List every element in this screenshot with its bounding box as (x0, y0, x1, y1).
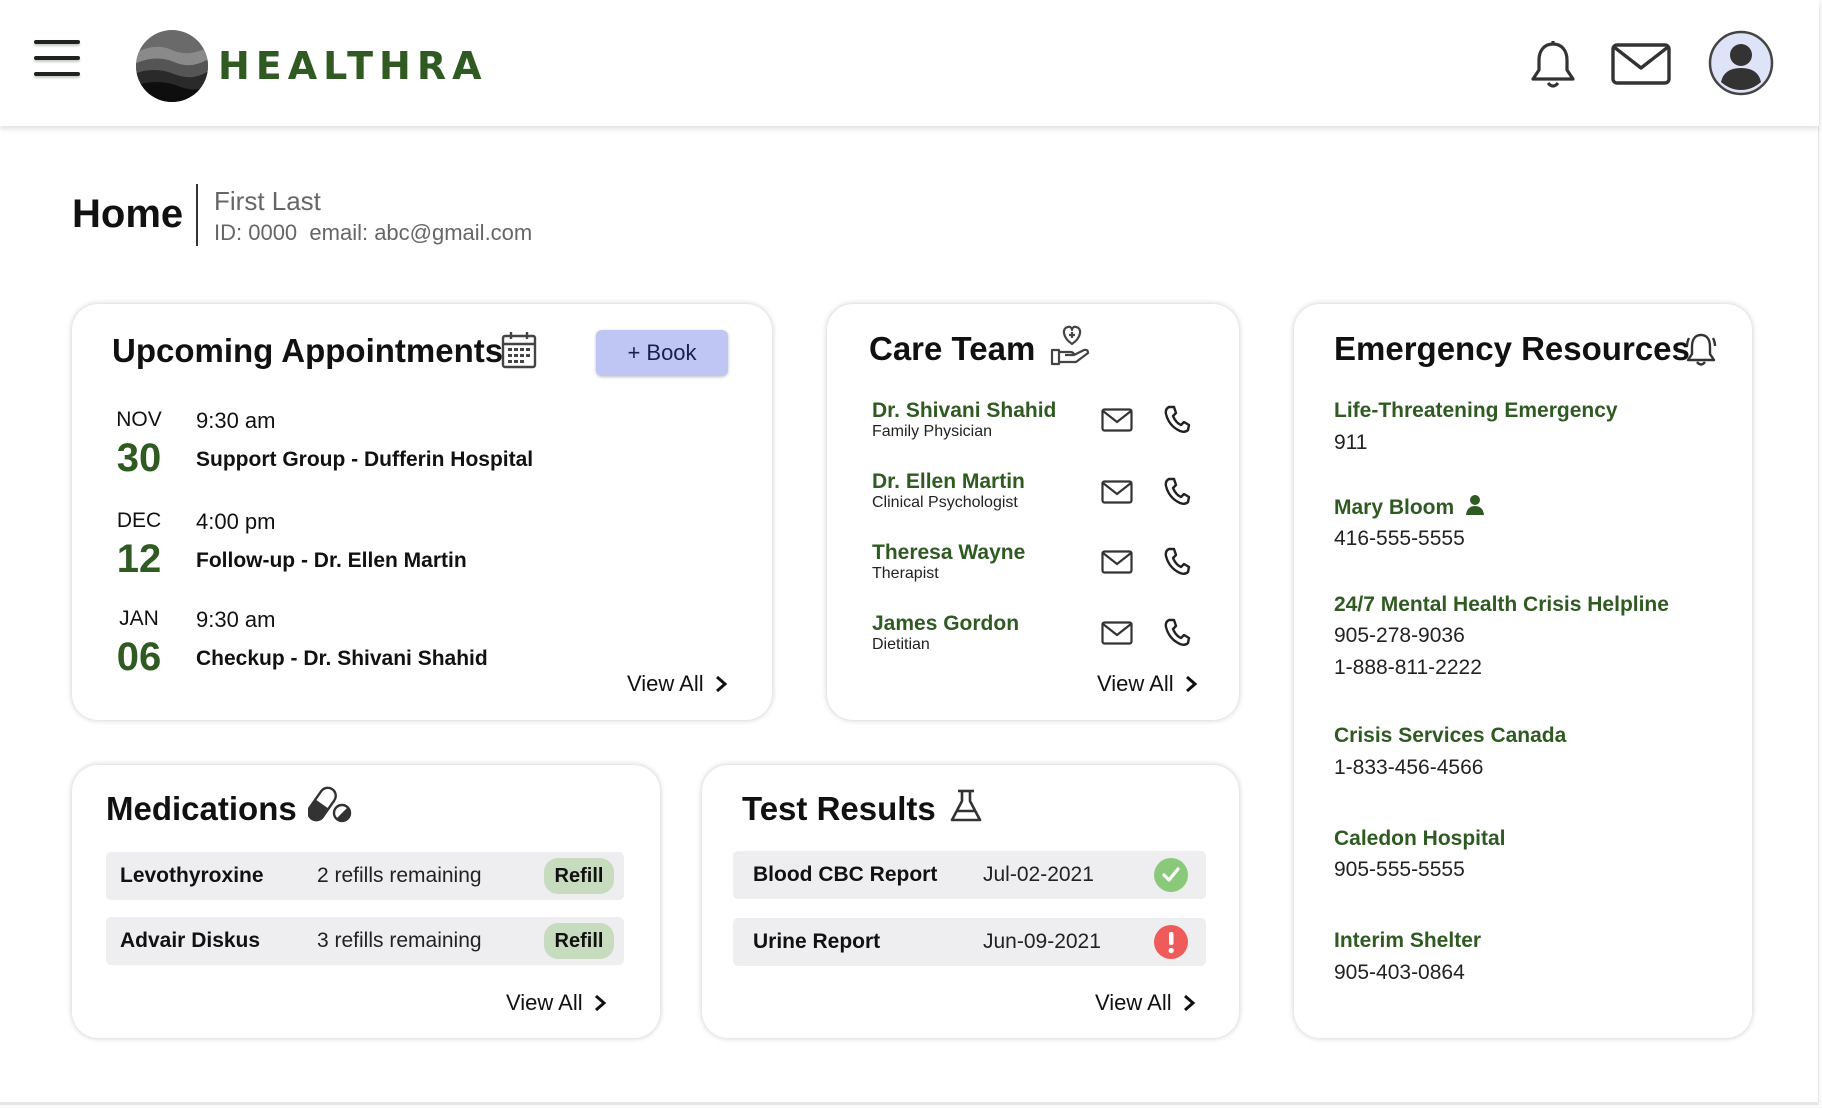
chevron-right-icon (715, 675, 727, 693)
appointment-time: 9:30 am (196, 607, 276, 632)
test-results-view-all-link[interactable]: View All (1095, 990, 1196, 1016)
appointments-view-all-link[interactable]: View All (627, 671, 728, 697)
emergency-contact-phone[interactable]: 911 (1334, 431, 1367, 455)
user-meta: ID: 0000 email: abc@gmail.com (214, 220, 533, 245)
appointment-day: 06 (116, 635, 162, 679)
view-all-label: View All (506, 990, 583, 1015)
brand-name: HEALTHRA (218, 44, 488, 88)
user-name: First Last (214, 186, 321, 216)
care-team-member-role: Therapist (872, 565, 939, 582)
chevron-right-icon (1185, 675, 1197, 693)
refill-button[interactable]: Refill (544, 858, 614, 894)
view-all-label: View All (627, 671, 704, 696)
calendar-icon (501, 332, 537, 369)
appointment-description[interactable]: Support Group - Dufferin Hospital (196, 448, 533, 472)
emergency-contact-name[interactable]: 24/7 Mental Health Crisis Helpline (1334, 593, 1669, 617)
appointment-day: 12 (116, 537, 162, 581)
medication-name: Levothyroxine (120, 864, 264, 887)
emergency-contact-phone[interactable]: 1-888-811-2222 (1334, 656, 1482, 680)
mail-icon[interactable] (1101, 621, 1133, 645)
emergency-contact-name[interactable]: Caledon Hospital (1334, 827, 1506, 851)
bell-icon[interactable] (1526, 38, 1580, 92)
alert-circle-icon (1154, 925, 1188, 959)
mail-icon[interactable] (1101, 480, 1133, 504)
emergency-contact-phone[interactable]: 905-403-0864 (1334, 961, 1465, 985)
test-results-title: Test Results (742, 790, 936, 827)
title-divider (196, 184, 198, 246)
care-team-member-name[interactable]: Dr. Shivani Shahid (872, 399, 1056, 423)
emergency-contact-name[interactable]: Interim Shelter (1334, 929, 1481, 953)
flask-icon (950, 789, 982, 822)
medication-refills: 3 refills remaining (317, 929, 482, 952)
medication-refills: 2 refills remaining (317, 864, 482, 887)
book-appointment-button[interactable]: + Book (596, 330, 728, 376)
emergency-resources-title: Emergency Resources (1334, 330, 1690, 367)
appointment-time: 9:30 am (196, 408, 276, 433)
phone-icon[interactable] (1163, 546, 1191, 576)
care-team-view-all-link[interactable]: View All (1097, 671, 1198, 697)
appointments-title: Upcoming Appointments (112, 332, 504, 369)
logo-icon (136, 30, 208, 102)
test-date: Jul-02-2021 (983, 863, 1094, 886)
alarm-bell-icon (1685, 333, 1717, 366)
medications-view-all-link[interactable]: View All (506, 990, 607, 1016)
test-name: Urine Report (753, 930, 881, 953)
test-result-row[interactable]: Blood CBC Report Jul-02-2021 (733, 851, 1206, 899)
emergency-contact-name[interactable]: Crisis Services Canada (1334, 724, 1566, 748)
emergency-contact-phone[interactable]: 905-555-5555 (1334, 858, 1465, 882)
appointment-description[interactable]: Follow-up - Dr. Ellen Martin (196, 549, 467, 573)
refill-button[interactable]: Refill (544, 923, 614, 959)
phone-icon[interactable] (1163, 476, 1191, 506)
emergency-contact-phone[interactable]: 905-278-9036 (1334, 624, 1465, 648)
user-avatar-icon[interactable] (1708, 30, 1774, 96)
pills-icon (308, 786, 352, 823)
test-result-row[interactable]: Urine Report Jun-09-2021 (733, 918, 1206, 966)
view-all-label: View All (1097, 671, 1174, 696)
phone-icon[interactable] (1163, 617, 1191, 647)
care-team-member-role: Family Physician (872, 423, 993, 440)
care-team-title: Care Team (869, 330, 1036, 367)
test-name: Blood CBC Report (753, 863, 938, 886)
test-date: Jun-09-2021 (983, 930, 1101, 953)
chevron-right-icon (594, 994, 606, 1012)
mail-icon[interactable] (1610, 42, 1672, 86)
care-team-member-role: Clinical Psychologist (872, 494, 1018, 511)
appointment-description[interactable]: Checkup - Dr. Shivani Shahid (196, 647, 488, 671)
appointment-day: 30 (116, 436, 162, 480)
medication-row: Advair Diskus 3 refills remaining Refill (106, 917, 624, 965)
page-title: Home (72, 192, 184, 236)
mail-icon[interactable] (1101, 550, 1133, 574)
medication-name: Advair Diskus (120, 929, 261, 952)
appointment-month: DEC (116, 509, 162, 532)
menu-icon[interactable] (34, 40, 80, 86)
care-team-member-name[interactable]: Dr. Ellen Martin (872, 470, 1025, 494)
appointment-month: JAN (119, 607, 159, 630)
care-team-member-name[interactable]: Theresa Wayne (872, 541, 1025, 565)
care-team-member-name[interactable]: James Gordon (872, 612, 1019, 636)
page: HEALTHRA Home First Last ID: 0000 email:… (0, 0, 1819, 1105)
mail-icon[interactable] (1101, 408, 1133, 432)
phone-icon[interactable] (1163, 404, 1191, 434)
medication-row: Levothyroxine 2 refills remaining Refill (106, 852, 624, 900)
heart-hand-icon (1050, 325, 1090, 366)
chevron-right-icon (1183, 994, 1195, 1012)
medications-title: Medications (106, 790, 297, 827)
care-team-member-role: Dietitian (872, 636, 930, 653)
emergency-contact-phone[interactable]: 416-555-5555 (1334, 527, 1465, 551)
top-header: HEALTHRA (0, 0, 1819, 126)
emergency-contact-phone[interactable]: 1-833-456-4566 (1334, 756, 1483, 780)
emergency-contact-name[interactable]: Life-Threatening Emergency (1334, 399, 1618, 423)
check-circle-icon (1154, 858, 1188, 892)
appointment-time: 4:00 pm (196, 509, 276, 534)
appointment-month: NOV (116, 408, 162, 431)
person-icon (1466, 495, 1484, 515)
emergency-contact-name[interactable]: Mary Bloom (1334, 496, 1454, 520)
view-all-label: View All (1095, 990, 1172, 1015)
